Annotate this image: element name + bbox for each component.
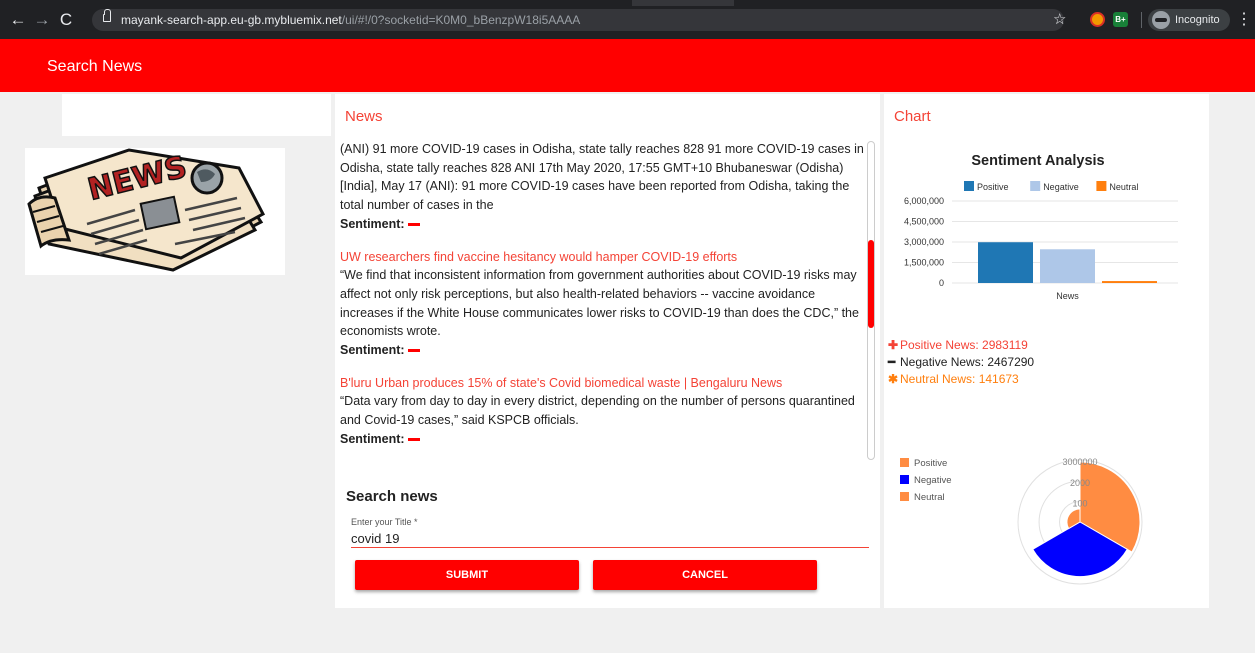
news-feed[interactable]: (ANI) 91 more COVID-19 cases in Odisha, …	[340, 140, 868, 460]
bar-positive	[978, 242, 1033, 283]
positive-stat: ✚ Positive News: 2983119	[888, 337, 1034, 354]
polar-legend-label: Neutral	[914, 492, 945, 503]
bar-neutral	[1102, 281, 1157, 283]
arrow-right-icon[interactable]: →	[32, 10, 52, 30]
legend-swatch	[1030, 181, 1041, 191]
app-title: Search News	[47, 58, 143, 75]
x-tick-label: News	[1056, 291, 1079, 301]
newspaper-image: NEWS	[25, 148, 285, 275]
y-tick-label: 4,500,000	[904, 217, 944, 227]
negative-stat-text: Negative News: 2467290	[900, 355, 1035, 369]
left-blank-card	[62, 94, 331, 136]
url-text[interactable]: mayank-search-app.eu-gb.mybluemix.net/ui…	[121, 12, 580, 28]
chart-panel-title: Chart	[894, 108, 931, 125]
negative-sentiment-icon	[407, 349, 420, 353]
polar-tick-label: 2000	[1070, 478, 1090, 488]
incognito-icon	[1152, 11, 1170, 29]
bar-negative	[1040, 249, 1095, 283]
neutral-stat-text: Neutral News: 141673	[900, 372, 1019, 386]
extension-icon[interactable]	[1090, 12, 1105, 27]
article-body: “Data vary from day to day in every dist…	[340, 394, 855, 428]
legend-label: Neutral	[1109, 182, 1138, 192]
star-icon[interactable]: ☆	[1053, 10, 1066, 30]
y-tick-label: 1,500,000	[904, 258, 944, 268]
incognito-label: Incognito	[1175, 14, 1220, 26]
legend-label: Negative	[1043, 182, 1079, 192]
negative-stat: ━ Negative News: 2467290	[888, 354, 1034, 371]
asterisk-icon: ✱	[888, 372, 899, 386]
negative-sentiment-icon	[407, 438, 420, 442]
y-tick-label: 6,000,000	[904, 196, 944, 206]
article-title-link[interactable]: B'luru Urban produces 15% of state's Cov…	[340, 374, 868, 393]
plus-icon: ✚	[888, 338, 899, 352]
sentiment-label: Sentiment:	[340, 431, 405, 446]
arrow-left-icon[interactable]: ←	[8, 10, 28, 30]
browser-tab-strip	[632, 0, 734, 6]
legend-swatch	[1096, 181, 1107, 191]
neutral-stat: ✱ Neutral News: 141673	[888, 371, 1034, 388]
polar-legend-label: Positive	[914, 458, 947, 469]
extension-b-icon[interactable]: B+	[1113, 12, 1128, 27]
lock-icon[interactable]	[103, 9, 111, 22]
sentiment-bar-chart: Sentiment Analysis Positive Negative Neutra…	[904, 153, 1178, 301]
app-header	[0, 39, 1255, 92]
reload-icon[interactable]: C	[56, 10, 76, 30]
polar-tick-label: 3000000	[1062, 457, 1097, 467]
y-tick-label: 0	[939, 278, 944, 288]
news-panel-title: News	[345, 108, 383, 125]
sentiment-label: Sentiment:	[340, 343, 405, 358]
polar-tick-label: 100	[1072, 499, 1087, 509]
legend-swatch	[964, 181, 974, 191]
minus-icon: ━	[888, 355, 896, 369]
article-body: “We find that inconsistent information f…	[340, 268, 859, 339]
sentiment-label: Sentiment:	[340, 216, 405, 231]
news-article: (ANI) 91 more COVID-19 cases in Odisha, …	[340, 140, 868, 234]
title-input[interactable]	[351, 529, 869, 548]
toolbar-divider	[1141, 12, 1142, 28]
submit-button[interactable]: SUBMIT	[355, 560, 579, 590]
title-field-label: Enter your Title *	[351, 517, 418, 527]
article-body: (ANI) 91 more COVID-19 cases in Odisha, …	[340, 142, 864, 213]
negative-sentiment-icon	[407, 223, 420, 227]
kebab-icon[interactable]: ⋮	[1236, 10, 1252, 30]
news-article: UW researchers find vaccine hesitancy wo…	[340, 248, 868, 360]
bar-chart-title: Sentiment Analysis	[971, 153, 1104, 169]
positive-stat-text: Positive News: 2983119	[900, 338, 1028, 352]
sentiment-polar-chart: Positive Negative Neutral 3000000 2000 100	[900, 457, 1143, 585]
news-article: B'luru Urban produces 15% of state's Cov…	[340, 374, 868, 449]
sentiment-stats: ✚ Positive News: 2983119 ━ Negative News: …	[888, 337, 1034, 388]
polar-legend-swatch	[900, 458, 909, 467]
cancel-button[interactable]: CANCEL	[593, 560, 817, 590]
y-tick-label: 3,000,000	[904, 237, 944, 247]
article-title-link[interactable]: UW researchers find vaccine hesitancy wo…	[340, 248, 868, 267]
polar-legend-swatch	[900, 492, 909, 501]
polar-legend-label: Negative	[914, 475, 952, 486]
news-scrollbar-thumb[interactable]	[868, 240, 874, 328]
legend-label: Positive	[977, 182, 1009, 192]
polar-legend-swatch	[900, 475, 909, 484]
search-form-title: Search news	[346, 488, 438, 505]
